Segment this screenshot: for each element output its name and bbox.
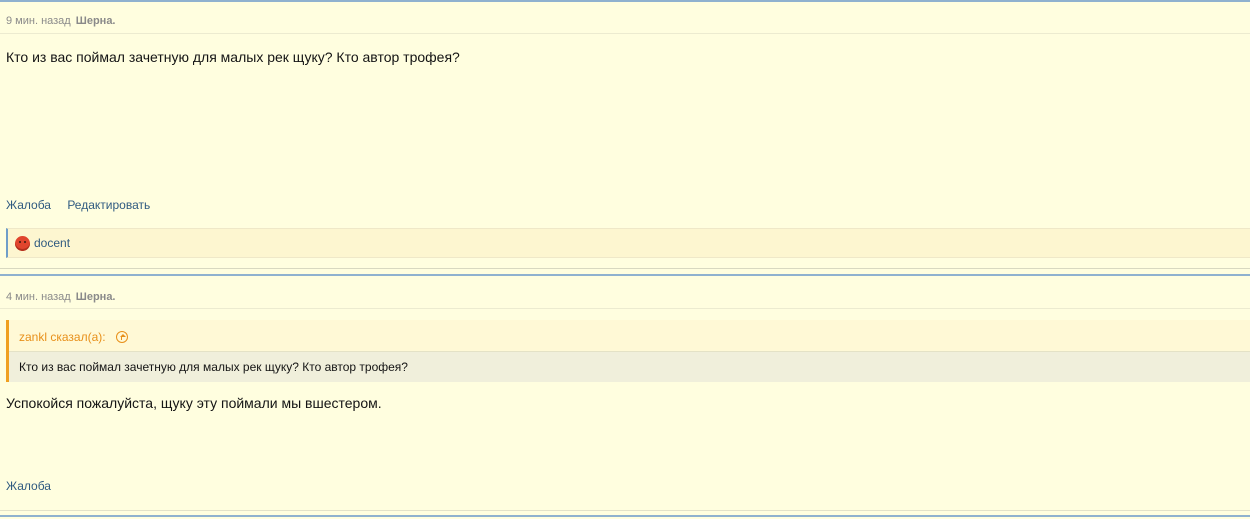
post-actions: Жалоба Редактировать (6, 198, 163, 212)
quote-header[interactable]: zankl сказал(а): (19, 330, 128, 344)
edit-link[interactable]: Редактировать (67, 198, 150, 212)
post-2: 4 мин. назад Шерна. zankl сказал(а): Кто… (0, 274, 1250, 515)
post-actions: Жалоба (6, 479, 64, 493)
post-text: Кто из вас поймал зачетную для малых рек… (6, 49, 460, 65)
quote-block: zankl сказал(а): Кто из вас поймал зачет… (6, 320, 1250, 382)
report-link[interactable]: Жалоба (6, 479, 51, 493)
post-author[interactable]: Шерна. (76, 15, 116, 27)
post-time[interactable]: 4 мин. назад (6, 291, 71, 303)
post-text: Успокойся пожалуйста, щуку эту поймали м… (6, 395, 382, 411)
jump-to-quote-icon[interactable] (115, 331, 128, 343)
meta-divider (0, 33, 1250, 34)
reaction-user[interactable]: docent (34, 236, 70, 250)
quote-text: Кто из вас поймал зачетную для малых рек… (19, 360, 408, 374)
post-1: 9 мин. назад Шерна. Кто из вас поймал за… (0, 0, 1250, 270)
post-footer-divider (0, 510, 1250, 511)
thread-page: 9 мин. назад Шерна. Кто из вас поймал за… (0, 0, 1250, 519)
angry-face-icon[interactable] (15, 235, 30, 251)
reactions-bar: docent (6, 228, 1250, 258)
post-author[interactable]: Шерна. (76, 291, 116, 303)
post-meta: 4 мин. назад Шерна. (6, 291, 116, 303)
quote-attribution[interactable]: zankl сказал(а): (19, 330, 106, 344)
meta-divider (0, 308, 1250, 309)
post-border-bottom (0, 515, 1250, 517)
quote-body: Кто из вас поймал зачетную для малых рек… (9, 351, 1250, 382)
post-time[interactable]: 9 мин. назад (6, 15, 71, 27)
report-link[interactable]: Жалоба (6, 198, 51, 212)
post-meta: 9 мин. назад Шерна. (6, 15, 116, 27)
